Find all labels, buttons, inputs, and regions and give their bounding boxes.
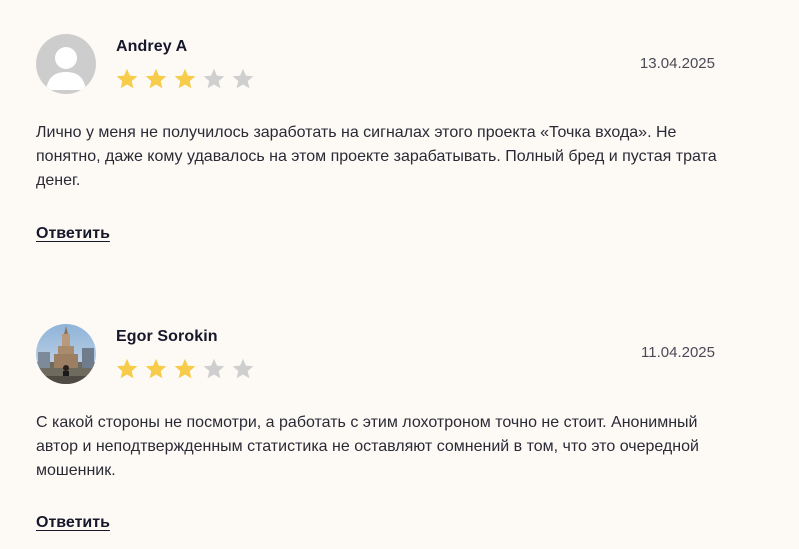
star-rating [115,67,255,93]
star-empty-icon [232,358,254,379]
star-filled-icon [116,358,138,379]
default-user-avatar-icon [36,34,96,94]
review-date: 11.04.2025 [641,344,715,361]
review-text: С какой стороны не посмотри, а работать … [36,414,699,479]
star-filled-icon [116,68,138,89]
star-rating [115,357,255,383]
star-filled-icon [145,68,167,89]
review-author: Egor Sorokin [116,328,218,345]
review-author: Andrey A [116,38,188,55]
star-filled-icon [174,68,196,89]
reply-link[interactable]: Ответить [36,514,110,532]
reply-link[interactable]: Ответить [36,225,110,243]
review-date: 13.04.2025 [639,55,715,72]
star-empty-icon [232,68,254,89]
review-text: Лично у меня не получилось заработать на… [36,124,717,189]
photo-avatar-icon [36,324,96,384]
star-filled-icon [145,358,167,379]
avatar [36,324,96,384]
star-empty-icon [203,68,225,89]
star-filled-icon [174,358,196,379]
star-empty-icon [203,358,225,379]
avatar [36,34,96,94]
